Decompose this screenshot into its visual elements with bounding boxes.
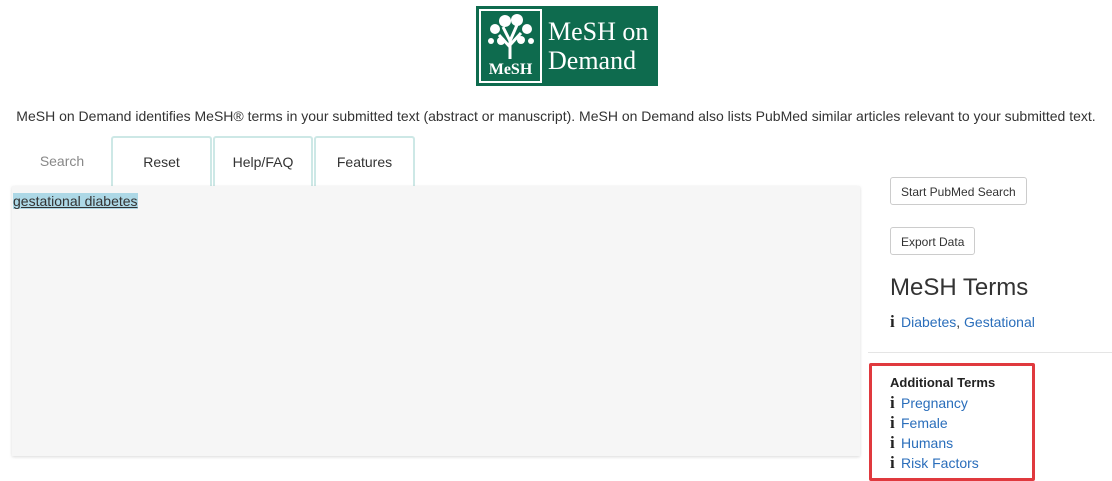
tab-reset[interactable]: Reset <box>111 136 212 186</box>
export-data-button[interactable]: Export Data <box>890 227 976 255</box>
tree-emblem-icon: MeSH <box>479 9 542 83</box>
text-input-area[interactable]: gestational diabetes <box>12 186 860 456</box>
logo-title-line1: MeSH on <box>548 17 649 46</box>
logo-title-line2: Demand <box>548 46 637 75</box>
section-divider <box>868 352 1112 353</box>
logo-emblem-label: MeSH <box>488 61 533 78</box>
mesh-term-item: i Diabetes, Gestational <box>890 313 1035 330</box>
mesh-term-separator: , <box>956 314 965 330</box>
mesh-term-link-part2[interactable]: Gestational <box>964 314 1035 330</box>
mesh-terms-heading: MeSH Terms <box>890 274 1029 301</box>
tab-search[interactable]: Search <box>12 136 112 186</box>
mesh-on-demand-logo: MeSH MeSH on Demand <box>476 6 658 86</box>
logo-title: MeSH on Demand <box>548 17 648 75</box>
info-icon[interactable]: i <box>890 313 899 330</box>
highlight-annotation-box <box>869 363 1035 481</box>
mesh-term-link-part1[interactable]: Diabetes <box>901 314 956 330</box>
start-pubmed-search-button[interactable]: Start PubMed Search <box>890 177 1027 205</box>
tab-help-faq[interactable]: Help/FAQ <box>213 136 313 186</box>
tab-features[interactable]: Features <box>314 136 415 186</box>
submitted-text[interactable]: gestational diabetes <box>13 193 138 209</box>
intro-description: MeSH on Demand identifies MeSH® terms in… <box>16 108 1096 124</box>
